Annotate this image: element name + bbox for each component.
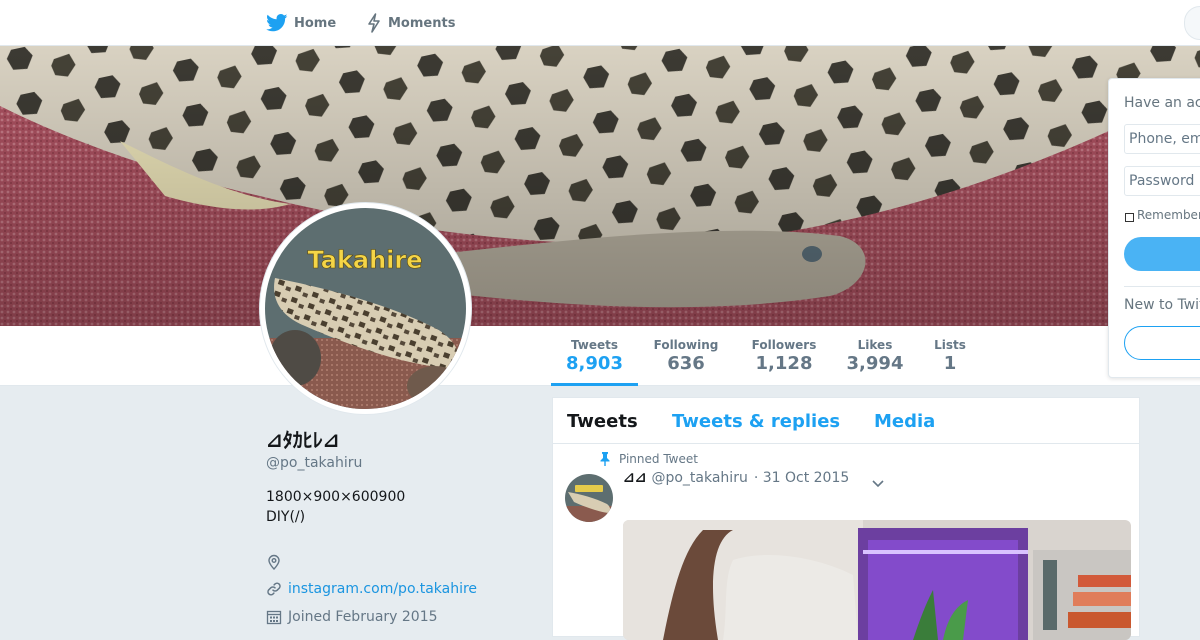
- stat-following[interactable]: Following 636: [648, 326, 724, 386]
- lightning-bolt-icon: [368, 13, 380, 33]
- tweet-author-avatar[interactable]: [565, 474, 613, 522]
- password-input[interactable]: Password: [1124, 166, 1200, 196]
- login-panel: Have an ac Phone, em Password Remember N…: [1108, 78, 1200, 378]
- twitter-bird-icon: [266, 14, 288, 32]
- remember-label: Remember: [1137, 208, 1200, 222]
- pinned-tweet-indicator: Pinned Tweet: [599, 452, 698, 466]
- pinned-label: Pinned Tweet: [619, 452, 698, 466]
- stat-tweets-label: Tweets: [570, 338, 619, 352]
- stat-lists[interactable]: Lists 1: [927, 326, 973, 386]
- nav-home-label: Home: [294, 15, 337, 31]
- location-pin-icon: [268, 554, 280, 570]
- profile-bio: 1800×900×600900 DIY(/): [266, 487, 536, 527]
- bio-line-2: DIY(/): [266, 509, 306, 525]
- profile-handle[interactable]: @po_takahiru: [266, 455, 536, 471]
- stat-lists-value: 1: [943, 353, 957, 374]
- stat-followers[interactable]: Followers 1,128: [745, 326, 823, 386]
- profile-name: ⊿ﾀｶﾋﾚ⊿: [266, 428, 340, 452]
- tab-tweets-replies[interactable]: Tweets & replies: [672, 411, 840, 432]
- profile-stats-bar: Tweets 8,903 Following 636 Followers 1,1…: [0, 326, 1200, 386]
- top-navigation-bar: Home Moments: [0, 0, 1200, 46]
- signup-button[interactable]: [1124, 326, 1200, 360]
- chevron-down-icon: [872, 480, 884, 488]
- tweet-menu-caret[interactable]: [871, 474, 885, 493]
- phone-email-input[interactable]: Phone, em: [1124, 124, 1200, 154]
- stat-likes-value: 3,994: [846, 353, 904, 374]
- nav-moments-label: Moments: [388, 15, 456, 31]
- tab-media[interactable]: Media: [874, 411, 935, 432]
- signup-prompt: New to Twit: [1124, 297, 1200, 313]
- tweet-media-image[interactable]: [623, 520, 1131, 640]
- remember-checkbox[interactable]: [1125, 213, 1134, 222]
- nav-home[interactable]: Home: [266, 12, 336, 34]
- avatar-logo-text: Takahire: [307, 246, 422, 274]
- login-button[interactable]: [1124, 237, 1200, 271]
- profile-location: [266, 554, 288, 570]
- tweet-author-name[interactable]: ⊿⊿: [623, 470, 646, 486]
- stat-followers-label: Followers: [751, 338, 817, 352]
- stat-tweets-value: 8,903: [566, 353, 623, 374]
- profile-website: instagram.com/po.takahire: [266, 581, 477, 597]
- timeline-tabs: Tweets Tweets & replies Media: [553, 398, 1139, 444]
- tab-tweets[interactable]: Tweets: [567, 411, 638, 432]
- stat-following-label: Following: [653, 338, 719, 352]
- link-icon: [267, 582, 281, 596]
- profile-joined: Joined February 2015: [266, 609, 438, 625]
- stat-likes[interactable]: Likes 3,994: [843, 326, 907, 386]
- profile-avatar[interactable]: Takahire: [260, 203, 471, 414]
- login-divider: [1124, 286, 1200, 287]
- profile-banner-image: [0, 46, 1200, 326]
- login-header: Have an ac: [1124, 95, 1200, 111]
- stat-following-value: 636: [667, 353, 705, 374]
- joined-text: Joined February 2015: [288, 609, 438, 625]
- tweet-header: ⊿⊿ @po_takahiru · 31 Oct 2015: [623, 470, 849, 486]
- bio-line-1: 1800×900×600900: [266, 489, 406, 505]
- stat-likes-label: Likes: [857, 338, 893, 352]
- tweet-author-handle[interactable]: @po_takahiru: [651, 470, 747, 486]
- nav-search-field[interactable]: [1184, 6, 1200, 40]
- nav-moments[interactable]: Moments: [366, 12, 455, 34]
- calendar-icon: [266, 610, 282, 625]
- timeline: Tweets Tweets & replies Media Pinned Twe…: [552, 397, 1140, 640]
- stat-followers-value: 1,128: [755, 353, 813, 374]
- tweet-date[interactable]: · 31 Oct 2015: [754, 470, 849, 486]
- pin-icon: [600, 452, 610, 466]
- stat-tweets[interactable]: Tweets 8,903: [551, 326, 638, 386]
- stat-lists-label: Lists: [934, 338, 966, 352]
- profile-info: ⊿ﾀｶﾋﾚ⊿ @po_takahiru 1800×900×600900 DIY(…: [266, 424, 536, 625]
- website-link[interactable]: instagram.com/po.takahire: [288, 581, 477, 597]
